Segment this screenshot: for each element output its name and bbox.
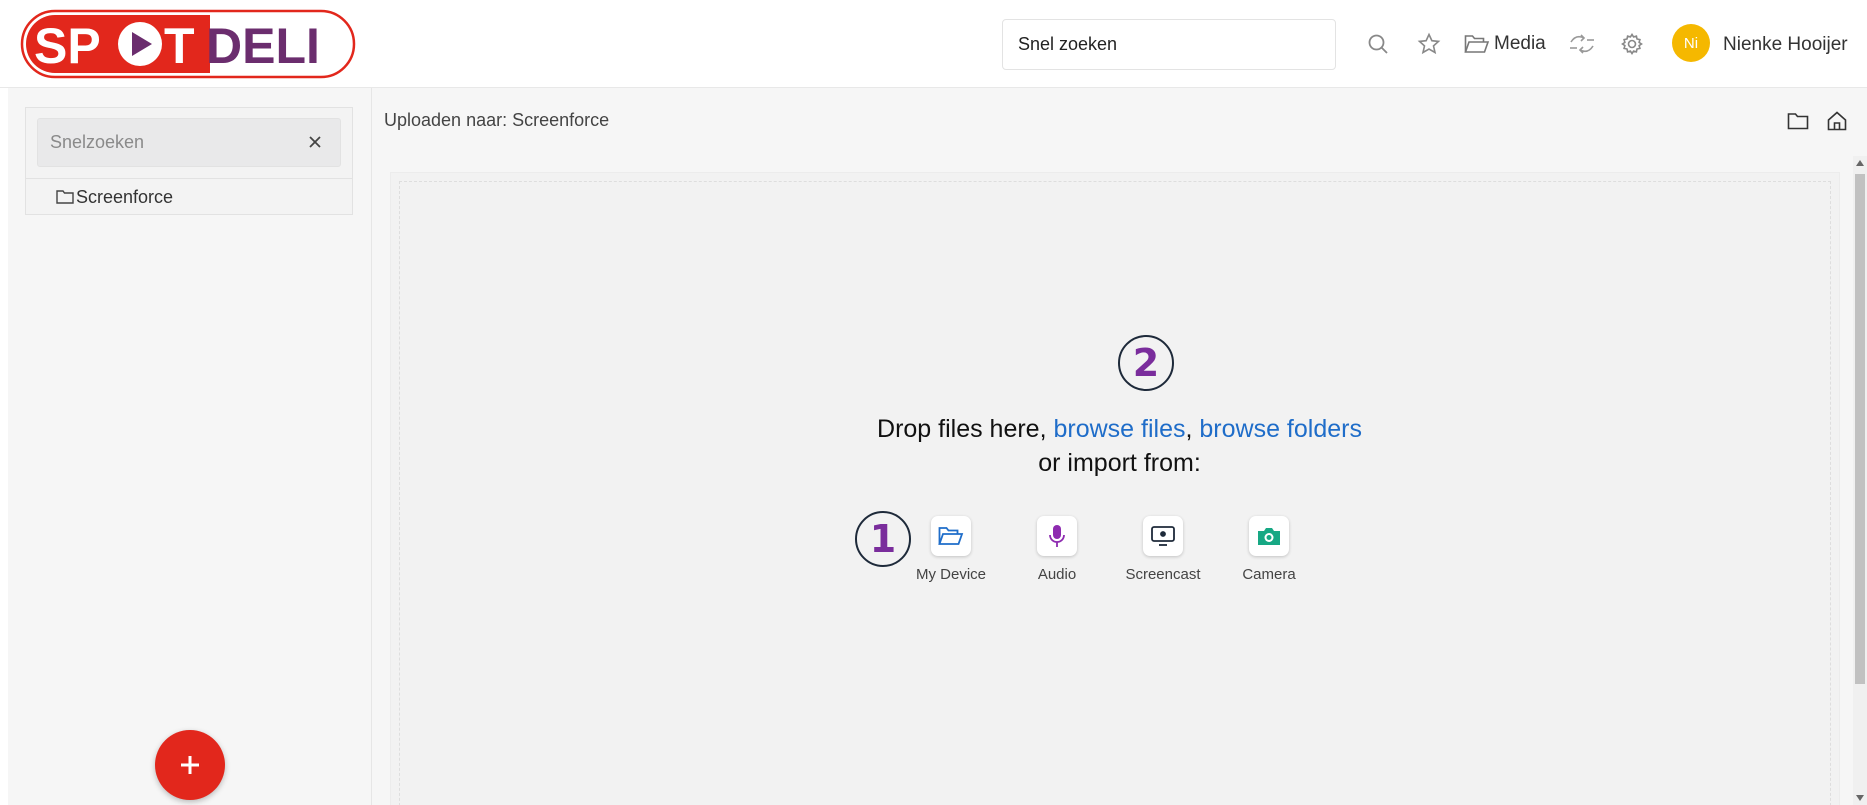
source-screencast[interactable]: Screencast <box>1113 516 1213 583</box>
new-folder-icon[interactable] <box>1785 108 1811 134</box>
user-avatar[interactable]: Ni <box>1672 24 1710 62</box>
sync-icon[interactable] <box>1566 28 1598 60</box>
drop-text-separator: , <box>1185 415 1200 443</box>
upload-main: Uploaden naar: Screenforce 2 Drop files … <box>372 88 1867 805</box>
star-icon[interactable] <box>1413 28 1445 60</box>
source-camera[interactable]: Camera <box>1219 516 1319 583</box>
avatar-initials: Ni <box>1683 34 1699 52</box>
search-icon[interactable] <box>1362 28 1394 60</box>
gear-icon[interactable] <box>1616 28 1648 60</box>
drop-instructions: Drop files here, browse files, browse fo… <box>372 412 1867 480</box>
folder-tree-panel: Snelzoeken Screenforce <box>25 107 353 215</box>
user-name[interactable]: Nienke Hooijer <box>1723 34 1848 56</box>
sidebar-search-placeholder: Snelzoeken <box>50 132 145 152</box>
media-button[interactable]: Media <box>1464 28 1546 60</box>
folder-open-icon <box>931 516 971 556</box>
svg-text:SP: SP <box>34 18 101 74</box>
drop-text-prefix: Drop files here, <box>877 415 1054 443</box>
scroll-down-arrow[interactable] <box>1853 791 1867 805</box>
upload-destination: Uploaden naar: Screenforce <box>384 110 610 130</box>
spotdeli-logo[interactable]: SP T DELI <box>20 9 356 79</box>
screencast-icon <box>1143 516 1183 556</box>
home-icon[interactable] <box>1824 108 1850 134</box>
folder-icon <box>56 190 74 204</box>
folder-open-icon <box>1464 35 1490 53</box>
drop-zone[interactable] <box>390 172 1840 805</box>
browse-folders-link[interactable]: browse folders <box>1199 415 1362 443</box>
vertical-scrollbar[interactable] <box>1853 156 1867 805</box>
folder-sidebar: Snelzoeken Screenforce <box>8 88 372 805</box>
import-from-text: or import from: <box>1038 449 1201 477</box>
microphone-icon <box>1037 516 1077 556</box>
folder-item-screenforce[interactable]: Screenforce <box>26 178 352 215</box>
browse-files-link[interactable]: browse files <box>1053 415 1185 443</box>
left-gutter <box>0 88 8 805</box>
quick-search-input[interactable]: Snel zoeken <box>1002 19 1336 70</box>
camera-icon <box>1249 516 1289 556</box>
step-marker-2: 2 <box>1118 335 1174 391</box>
source-label: Screencast <box>1125 566 1201 583</box>
source-label: Audio <box>1037 566 1077 583</box>
source-my-device[interactable]: My Device <box>901 516 1001 583</box>
svg-text:T: T <box>164 18 195 74</box>
add-button[interactable] <box>155 730 225 800</box>
source-label: My Device <box>915 566 986 583</box>
folder-item-label: Screenforce <box>76 186 174 207</box>
plus-icon <box>181 756 199 774</box>
drop-zone-border <box>399 181 1831 805</box>
source-label: Camera <box>1242 566 1296 583</box>
top-header: SP T DELI Snel zoeken Media Ni Nienke Ho… <box>0 0 1867 88</box>
quick-search-value: Snel zoeken <box>1018 34 1118 54</box>
clear-search-icon[interactable] <box>304 131 326 153</box>
source-audio[interactable]: Audio <box>1007 516 1107 583</box>
svg-text:DELI: DELI <box>206 18 320 74</box>
media-label: Media <box>1494 33 1546 54</box>
scroll-up-arrow[interactable] <box>1853 156 1867 170</box>
sidebar-search-input[interactable]: Snelzoeken <box>37 118 341 167</box>
